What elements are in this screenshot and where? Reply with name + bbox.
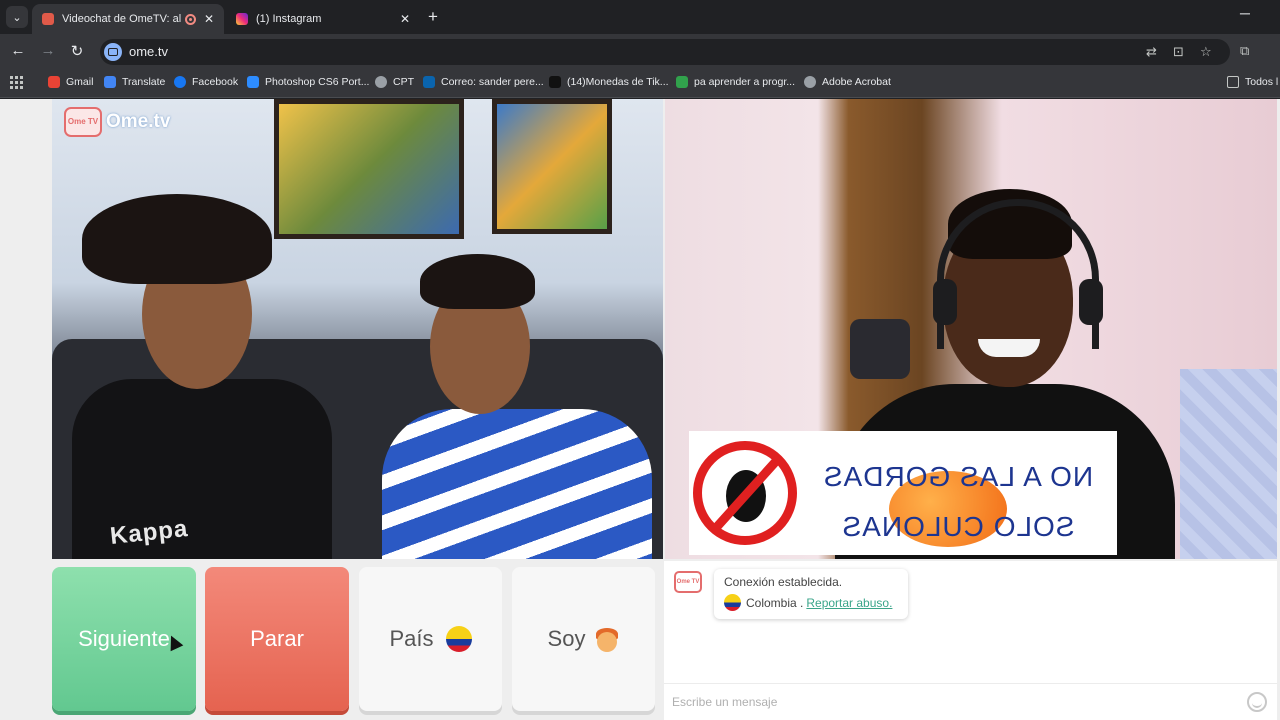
outlook-icon: [423, 76, 435, 88]
bookmark-adobe-acrobat[interactable]: Adobe Acrobat: [804, 76, 891, 88]
recording-icon: [184, 13, 196, 25]
photoshop-icon: [247, 76, 259, 88]
translate-icon: [104, 76, 116, 88]
gender-button[interactable]: Soy: [512, 567, 655, 711]
gender-button-label: Soy: [547, 626, 586, 651]
close-tab-icon[interactable]: ✕: [204, 12, 214, 26]
bookmark-photoshop[interactable]: Photoshop CS6 Port...: [247, 76, 369, 88]
instagram-favicon-icon: [236, 13, 248, 25]
person-right-shirt: [382, 409, 652, 559]
system-message: Conexión establecida. Colombia . Reporta…: [714, 569, 908, 619]
facebook-icon: [174, 76, 186, 88]
site-info-icon[interactable]: [104, 43, 122, 61]
local-video: Kappa Ome TV Ome.tv: [52, 99, 663, 559]
translate-icon[interactable]: ⇄: [1146, 44, 1157, 60]
report-abuse-link[interactable]: Reportar abuso.: [806, 596, 892, 610]
boy-avatar-icon: [595, 626, 619, 652]
tab-strip: ⌄ Videochat de OmeTV: alter ✕ (1) Instag…: [0, 0, 1280, 34]
held-sign: NO A LAS GORDAS SOLO CULONAS: [689, 431, 1117, 555]
stranger-country: Colombia .: [746, 595, 804, 610]
sign-text-line1: NO A LAS GORDAS: [822, 461, 1094, 492]
prohibited-icon: [693, 441, 797, 545]
headphone-cup: [933, 279, 957, 325]
minimize-button[interactable]: ─: [1240, 5, 1250, 21]
globe-icon: [804, 76, 816, 88]
person-left-hair: [82, 194, 272, 284]
message-input[interactable]: [672, 692, 1232, 712]
url-text: ome.tv: [129, 44, 169, 59]
bookmark-cpt[interactable]: CPT: [375, 76, 414, 88]
apps-grid-icon[interactable]: [10, 76, 23, 89]
bookmark-all-folder[interactable]: Todos l: [1227, 76, 1278, 88]
country-button-label: País: [389, 626, 434, 651]
stranger-smile: [978, 339, 1040, 357]
tab-title: Videochat de OmeTV: alter: [62, 13, 181, 25]
bookmark-correo[interactable]: Correo: sander pere...: [423, 76, 544, 88]
bookmark-facebook[interactable]: Facebook: [174, 76, 238, 88]
stop-button-label: Parar: [250, 626, 304, 651]
chat-panel: Ome TV Conexión establecida. Colombia . …: [664, 561, 1277, 720]
emoji-icon[interactable]: [1247, 692, 1267, 712]
headphone-cup: [1079, 279, 1103, 325]
globe-icon: [375, 76, 387, 88]
ometv-logo-icon: Ome TV: [64, 107, 102, 137]
bed-blanket: [1180, 369, 1277, 559]
extensions-icon[interactable]: ⧉: [1240, 43, 1249, 59]
close-tab-icon[interactable]: ✕: [400, 12, 410, 26]
chat-input-bar: [664, 683, 1277, 720]
bookmark-tiktok[interactable]: (14)Monedas de Tik...: [549, 76, 669, 88]
tab-ometv[interactable]: Videochat de OmeTV: alter ✕: [32, 4, 224, 34]
reload-icon[interactable]: ↻: [67, 42, 87, 60]
ometv-logo-text: Ome.tv: [106, 111, 171, 132]
ometv-logo: Ome TV Ome.tv: [64, 107, 170, 137]
tab-instagram[interactable]: (1) Instagram ✕: [226, 4, 420, 34]
folder-icon: [1227, 76, 1239, 88]
tab-search-button[interactable]: ⌄: [6, 6, 28, 28]
tab-title: (1) Instagram: [256, 13, 322, 25]
wall-painting: [274, 99, 464, 239]
bookmark-translate[interactable]: Translate: [104, 76, 165, 88]
ometv-chat-icon: Ome TV: [674, 571, 702, 593]
w3-icon: [676, 76, 688, 88]
colombia-flag-icon: [445, 626, 472, 652]
colombia-flag-icon: [724, 594, 741, 611]
bookmark-star-icon[interactable]: ☆: [1200, 44, 1212, 60]
install-app-icon[interactable]: ⊡: [1173, 44, 1184, 60]
forward-arrow-icon[interactable]: →: [38, 42, 58, 59]
connection-status: Conexión establecida.: [724, 575, 843, 589]
address-bar[interactable]: ome.tv ⇄ ⊡ ☆: [100, 39, 1230, 65]
ometv-page: Kappa Ome TV Ome.tv NO A LAS GORDAS SOLO…: [0, 99, 1280, 720]
ometv-favicon-icon: [42, 13, 54, 25]
wall-painting: [492, 99, 612, 234]
country-button[interactable]: País: [359, 567, 502, 711]
gmail-icon: [48, 76, 60, 88]
remote-video: NO A LAS GORDAS SOLO CULONAS: [665, 99, 1277, 559]
bookmarks-bar: Gmail Translate Facebook Photoshop CS6 P…: [0, 70, 1280, 98]
sign-text-line2: SOLO CULONAS: [841, 511, 1075, 542]
browser-toolbar: ← → ↻ ome.tv ⇄ ⊡ ☆ ⧉: [0, 34, 1280, 70]
stop-button[interactable]: Parar: [205, 567, 349, 711]
new-tab-button[interactable]: +: [428, 7, 438, 27]
next-button-label: Siguiente: [78, 626, 170, 651]
tiktok-icon: [549, 76, 561, 88]
back-arrow-icon[interactable]: ←: [8, 42, 28, 59]
bookmark-gmail[interactable]: Gmail: [48, 76, 93, 88]
bookmark-programar[interactable]: pa aprender a progr...: [676, 76, 795, 88]
person-right-hair: [420, 254, 535, 309]
shelf-items: [850, 319, 910, 379]
headphones: [937, 199, 1099, 349]
